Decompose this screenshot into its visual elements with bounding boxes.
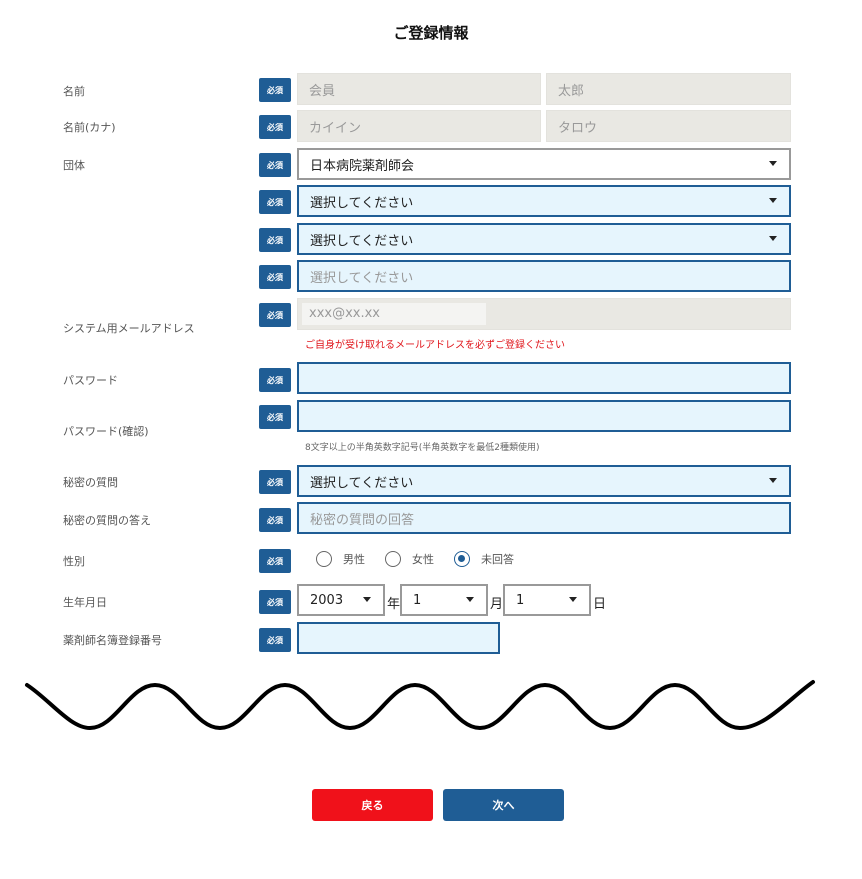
secret-answer-field[interactable]: 秘密の質問の回答: [297, 502, 791, 534]
wavy-separator: [25, 680, 815, 731]
required-badge: 必須: [259, 190, 291, 214]
email-note: ご自身が受け取れるメールアドレスを必ずご登録ください: [305, 340, 565, 351]
password-note: 8文字以上の半角英数字記号(半角英数字を最低2種類使用): [305, 443, 540, 453]
birth-day-select[interactable]: 1: [503, 584, 591, 616]
password-confirm-field[interactable]: [297, 400, 791, 432]
gender-label-unanswered: 未回答: [481, 553, 514, 566]
organization-select-2-value: 選択してください: [310, 195, 414, 211]
radio-dot: [458, 555, 465, 562]
year-suffix: 年: [387, 597, 401, 612]
required-badge: 必須: [259, 115, 291, 139]
birth-month-value: 1: [413, 592, 422, 608]
first-name-kana-field[interactable]: タロウ: [546, 110, 791, 142]
organization-select-3[interactable]: 選択してください: [297, 223, 791, 255]
birth-year-select[interactable]: 2003: [297, 584, 385, 616]
organization-select-2[interactable]: 選択してください: [297, 185, 791, 217]
gender-radio-female[interactable]: [385, 551, 401, 567]
chevron-down-icon: [363, 597, 371, 602]
label-password-confirm: パスワード(確認): [63, 425, 149, 438]
birth-year-value: 2003: [310, 592, 344, 608]
last-name-kana-field[interactable]: カイイン: [297, 110, 541, 142]
email-field[interactable]: xxx@xx.xx: [297, 298, 791, 330]
label-registry-number: 薬剤師名簿登録番号: [63, 634, 162, 647]
page-title: ご登録情報: [393, 24, 469, 42]
chevron-down-icon: [769, 478, 777, 483]
last-name-field[interactable]: 会員: [297, 73, 541, 105]
required-badge: 必須: [259, 470, 291, 494]
label-password: パスワード: [63, 374, 118, 387]
required-badge: 必須: [259, 303, 291, 327]
label-gender: 性別: [63, 555, 85, 568]
required-badge: 必須: [259, 549, 291, 573]
birth-day-value: 1: [516, 592, 525, 608]
organization-select-1-value: 日本病院薬剤師会: [310, 158, 415, 174]
chevron-down-icon: [769, 198, 777, 203]
required-badge: 必須: [259, 368, 291, 392]
organization-select-3-value: 選択してください: [310, 233, 414, 249]
chevron-down-icon: [569, 597, 577, 602]
required-badge: 必須: [259, 228, 291, 252]
label-birthdate: 生年月日: [63, 596, 107, 609]
gender-radio-male[interactable]: [316, 551, 332, 567]
label-name-kana: 名前(カナ): [63, 121, 116, 134]
required-badge: 必須: [259, 405, 291, 429]
required-badge: 必須: [259, 78, 291, 102]
label-secret-answer: 秘密の質問の答え: [63, 514, 151, 527]
required-badge: 必須: [259, 508, 291, 532]
gender-label-male: 男性: [343, 553, 365, 566]
chevron-down-icon: [466, 597, 474, 602]
email-value: xxx@xx.xx: [302, 303, 486, 325]
label-secret-question: 秘密の質問: [63, 476, 118, 489]
secret-question-value: 選択してください: [310, 475, 414, 491]
first-name-field[interactable]: 太郎: [546, 73, 791, 105]
registry-number-field[interactable]: [297, 622, 500, 654]
back-button[interactable]: 戻る: [312, 789, 433, 821]
required-badge: 必須: [259, 153, 291, 177]
password-field[interactable]: [297, 362, 791, 394]
label-organization: 団体: [63, 159, 85, 172]
organization-select-1[interactable]: 日本病院薬剤師会: [297, 148, 791, 180]
next-button[interactable]: 次へ: [443, 789, 564, 821]
required-badge: 必須: [259, 265, 291, 289]
gender-radio-unanswered[interactable]: [454, 551, 470, 567]
label-system-email: システム用メールアドレス: [63, 322, 195, 335]
required-badge: 必須: [259, 590, 291, 614]
gender-label-female: 女性: [412, 553, 434, 566]
chevron-down-icon: [769, 236, 777, 241]
required-badge: 必須: [259, 628, 291, 652]
chevron-down-icon: [769, 161, 777, 166]
birth-month-select[interactable]: 1: [400, 584, 488, 616]
day-suffix: 日: [593, 597, 607, 612]
label-name: 名前: [63, 85, 85, 98]
month-suffix: 月: [490, 597, 504, 612]
organization-input-4[interactable]: 選択してください: [297, 260, 791, 292]
secret-question-select[interactable]: 選択してください: [297, 465, 791, 497]
